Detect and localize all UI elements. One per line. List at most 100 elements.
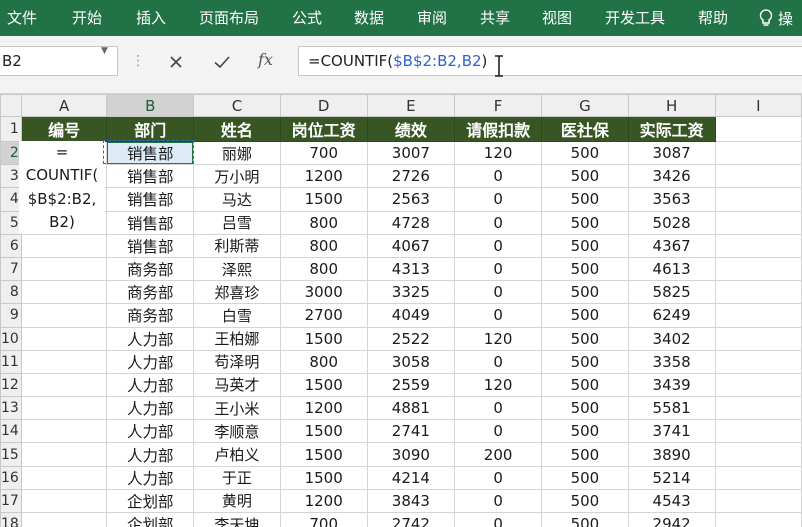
tab-review[interactable]: 审阅 (417, 0, 447, 36)
leave-cell[interactable]: 0 (454, 187, 543, 212)
insurance-cell[interactable]: 500 (541, 210, 629, 235)
name-cell[interactable]: 王小米 (193, 396, 281, 421)
cell[interactable] (714, 303, 802, 328)
cell[interactable] (714, 280, 802, 305)
name-cell[interactable]: 吕雪 (193, 210, 281, 235)
performance-cell[interactable]: 4214 (366, 465, 456, 490)
department-cell[interactable]: 企划部 (106, 511, 195, 527)
cell[interactable] (714, 511, 802, 527)
header-cell-number[interactable]: 编号 (20, 116, 108, 142)
header-cell-name[interactable]: 姓名 (193, 116, 281, 142)
name-cell[interactable]: 泽熙 (193, 256, 281, 282)
number-cell[interactable] (20, 256, 108, 282)
department-cell[interactable]: 人力部 (106, 465, 195, 490)
insurance-cell[interactable]: 500 (541, 280, 629, 305)
number-cell[interactable] (20, 488, 108, 514)
name-cell[interactable]: 李顺意 (193, 419, 281, 444)
formula-input[interactable]: =COUNTIF($B$2:B2,B2) (298, 46, 802, 76)
insurance-cell[interactable]: 500 (541, 187, 629, 212)
cell-a2-formula[interactable]: = COUNTIF( $B$2:B2, B2) (19, 141, 105, 235)
number-cell[interactable] (20, 419, 108, 444)
tell-me-search[interactable]: 操 (758, 0, 793, 36)
name-cell[interactable]: 于正 (193, 465, 281, 490)
department-cell[interactable]: 企划部 (106, 488, 195, 514)
cell[interactable] (714, 419, 802, 444)
tab-file[interactable]: 文件 (7, 0, 37, 36)
tab-page-layout[interactable]: 页面布局 (199, 0, 259, 36)
name-cell[interactable]: 苟泽明 (193, 349, 281, 374)
cell[interactable] (714, 349, 802, 374)
performance-cell[interactable]: 3007 (366, 140, 456, 166)
salary-cell[interactable]: 1200 (279, 164, 368, 189)
salary-cell[interactable]: 2700 (279, 303, 368, 328)
cell[interactable] (714, 372, 802, 398)
cell[interactable] (714, 326, 802, 351)
performance-cell[interactable]: 2726 (366, 164, 456, 189)
column-header-i[interactable]: I (714, 94, 802, 117)
number-cell[interactable] (20, 326, 108, 351)
department-cell[interactable]: 销售部 (106, 233, 195, 258)
salary-cell[interactable]: 800 (279, 233, 368, 258)
actual-salary-cell[interactable]: 3563 (627, 187, 716, 212)
department-cell[interactable]: 商务部 (106, 303, 195, 328)
tab-data[interactable]: 数据 (354, 0, 384, 36)
cell[interactable] (714, 140, 802, 166)
insurance-cell[interactable]: 500 (541, 140, 629, 166)
department-cell[interactable]: 销售部 (106, 164, 195, 189)
number-cell[interactable] (20, 511, 108, 527)
actual-salary-cell[interactable]: 3087 (627, 140, 716, 166)
column-header-b[interactable]: B (106, 94, 195, 117)
insurance-cell[interactable]: 500 (541, 372, 629, 398)
leave-cell[interactable]: 120 (454, 372, 543, 398)
row-header[interactable]: 9 (0, 303, 22, 328)
department-cell[interactable]: 人力部 (106, 326, 195, 351)
tab-insert[interactable]: 插入 (136, 0, 166, 36)
actual-salary-cell[interactable]: 3426 (627, 164, 716, 189)
column-header-g[interactable]: G (541, 94, 629, 117)
department-cell[interactable]: 销售部 (106, 187, 195, 212)
department-cell[interactable]: 商务部 (106, 280, 195, 305)
tab-view[interactable]: 视图 (542, 0, 572, 36)
leave-cell[interactable]: 200 (454, 442, 543, 467)
performance-cell[interactable]: 2559 (366, 372, 456, 398)
header-cell-actual-salary[interactable]: 实际工资 (627, 116, 716, 142)
leave-cell[interactable]: 120 (454, 326, 543, 351)
insurance-cell[interactable]: 500 (541, 465, 629, 490)
performance-cell[interactable]: 3090 (366, 442, 456, 467)
performance-cell[interactable]: 4728 (366, 210, 456, 235)
insurance-cell[interactable]: 500 (541, 326, 629, 351)
department-cell[interactable]: 人力部 (106, 372, 195, 398)
salary-cell[interactable]: 800 (279, 210, 368, 235)
name-cell[interactable]: 马英才 (193, 372, 281, 398)
leave-cell[interactable]: 0 (454, 210, 543, 235)
name-cell[interactable]: 马达 (193, 187, 281, 212)
spreadsheet-grid[interactable]: ABCDEFGHI 1 编号 部门 姓名 岗位工资 绩效 请假扣款 医社保 实际… (0, 94, 802, 527)
insurance-cell[interactable]: 500 (541, 303, 629, 328)
insurance-cell[interactable]: 500 (541, 256, 629, 282)
tab-formulas[interactable]: 公式 (292, 0, 322, 36)
leave-cell[interactable]: 0 (454, 349, 543, 374)
cell[interactable] (714, 465, 802, 490)
row-header[interactable]: 12 (0, 372, 22, 398)
cell[interactable] (714, 116, 802, 142)
cell[interactable] (714, 187, 802, 212)
row-header[interactable]: 1 (0, 116, 22, 142)
name-cell[interactable]: 黄明 (193, 488, 281, 514)
performance-cell[interactable]: 3058 (366, 349, 456, 374)
salary-cell[interactable]: 1500 (279, 419, 368, 444)
actual-salary-cell[interactable]: 5214 (627, 465, 716, 490)
number-cell[interactable] (20, 233, 108, 258)
column-header-c[interactable]: C (193, 94, 281, 117)
header-cell-performance[interactable]: 绩效 (366, 116, 456, 142)
name-cell[interactable]: 丽娜 (193, 140, 281, 166)
row-header[interactable]: 11 (0, 349, 22, 374)
tab-help[interactable]: 帮助 (698, 0, 728, 36)
insurance-cell[interactable]: 500 (541, 488, 629, 514)
actual-salary-cell[interactable]: 5825 (627, 280, 716, 305)
actual-salary-cell[interactable]: 4613 (627, 256, 716, 282)
salary-cell[interactable]: 800 (279, 256, 368, 282)
insert-function-icon[interactable]: fx (258, 50, 273, 69)
performance-cell[interactable]: 4313 (366, 256, 456, 282)
salary-cell[interactable]: 1500 (279, 326, 368, 351)
number-cell[interactable] (20, 372, 108, 398)
